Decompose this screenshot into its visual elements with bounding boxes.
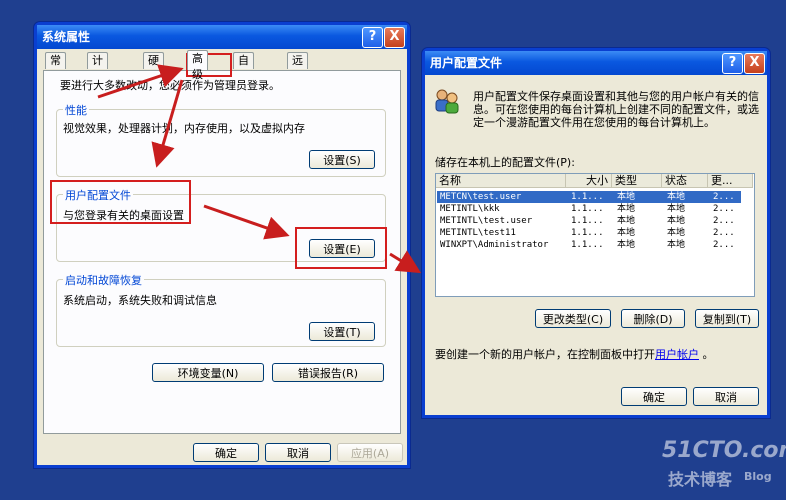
- startup-recovery-desc: 系统启动，系统失败和调试信息: [63, 294, 217, 307]
- watermark-logo: 51CTO.com: [662, 438, 786, 463]
- help-icon[interactable]: ?: [362, 27, 383, 48]
- profiles-list[interactable]: 名称 大小 类型 状态 更... METCN\test.user 1.1... …: [435, 173, 755, 297]
- col-header-modified[interactable]: 更...: [708, 174, 753, 188]
- close-icon[interactable]: X: [744, 53, 765, 74]
- user-profiles-window: 用户配置文件 ? X 用户配置文件保存桌面设置和其他与您的用户帐户有关的信 息。…: [422, 48, 770, 418]
- col-header-status[interactable]: 状态: [662, 174, 708, 188]
- environment-variables-button[interactable]: 环境变量(N): [152, 363, 264, 382]
- profile-cancel-button[interactable]: 取消: [693, 387, 759, 406]
- col-header-name[interactable]: 名称: [436, 174, 566, 188]
- intro-line-3: 定一个漫游配置文件用在您使用的每台计算机上。: [473, 116, 715, 129]
- system-properties-titlebar: 系统属性 ? X: [37, 25, 407, 49]
- user-accounts-link[interactable]: 用户帐户: [655, 348, 699, 361]
- list-item[interactable]: METINTL\kkk 1.1... 本地 本地 2...: [437, 203, 741, 215]
- list-item[interactable]: METINTL\test.user 1.1... 本地 本地 2...: [437, 215, 741, 227]
- tab-auto-update[interactable]: 自动更新: [233, 52, 254, 115]
- tab-advanced[interactable]: 高级: [187, 50, 208, 81]
- col-header-type[interactable]: 类型: [612, 174, 662, 188]
- change-type-button[interactable]: 更改类型(C): [535, 309, 611, 328]
- admin-note: 要进行大多数改动，您必须作为管理员登录。: [60, 79, 280, 92]
- profile-ok-button[interactable]: 确定: [621, 387, 687, 406]
- performance-title: 性能: [63, 102, 89, 118]
- create-account-hint: 要创建一个新的用户帐户，在控制面板中打开用户帐户 。: [435, 348, 714, 361]
- performance-settings-button[interactable]: 设置(S): [309, 150, 375, 169]
- user-profiles-titlebar: 用户配置文件 ? X: [425, 51, 767, 75]
- tab-remote[interactable]: 远程: [287, 52, 308, 83]
- ok-button[interactable]: 确定: [193, 443, 259, 462]
- tab-hardware[interactable]: 硬件: [143, 52, 164, 83]
- system-properties-window: 系统属性 ? X 常规 计算机名 硬件 高级 自动更新 远程 要进行大多数改动，…: [34, 22, 410, 468]
- performance-desc: 视觉效果，处理器计划，内存使用，以及虚拟内存: [63, 122, 305, 135]
- profiles-list-label: 储存在本机上的配置文件(P):: [435, 156, 575, 169]
- delete-button[interactable]: 删除(D): [621, 309, 685, 328]
- users-icon: [433, 87, 461, 115]
- startup-settings-button[interactable]: 设置(T): [309, 322, 375, 341]
- cancel-button[interactable]: 取消: [265, 443, 331, 462]
- window-title: 用户配置文件: [430, 56, 503, 70]
- list-item[interactable]: WINXPT\Administrator 1.1... 本地 本地 2...: [437, 239, 741, 251]
- close-icon[interactable]: X: [384, 27, 405, 48]
- tab-computer-name[interactable]: 计算机名: [87, 52, 108, 115]
- apply-button[interactable]: 应用(A): [337, 443, 403, 462]
- tab-general[interactable]: 常规: [45, 52, 66, 83]
- col-header-size[interactable]: 大小: [566, 174, 612, 188]
- copy-to-button[interactable]: 复制到(T): [695, 309, 759, 328]
- list-item[interactable]: METCN\test.user 1.1... 本地 本地 2...: [437, 191, 741, 203]
- highlight-user-profiles: [50, 180, 191, 224]
- watermark-subtitle: 技术博客: [668, 470, 733, 489]
- window-title: 系统属性: [42, 30, 91, 44]
- startup-recovery-group: 启动和故障恢复 系统启动，系统失败和调试信息 设置(T): [56, 272, 386, 347]
- performance-group: 性能 视觉效果，处理器计划，内存使用，以及虚拟内存 设置(S): [56, 102, 386, 177]
- highlight-settings-button: [295, 227, 387, 269]
- startup-recovery-title: 启动和故障恢复: [63, 272, 144, 288]
- help-icon[interactable]: ?: [722, 53, 743, 74]
- list-item[interactable]: METINTL\test11 1.1... 本地 本地 2...: [437, 227, 741, 239]
- error-reporting-button[interactable]: 错误报告(R): [272, 363, 384, 382]
- watermark-blog: Blog: [744, 470, 772, 483]
